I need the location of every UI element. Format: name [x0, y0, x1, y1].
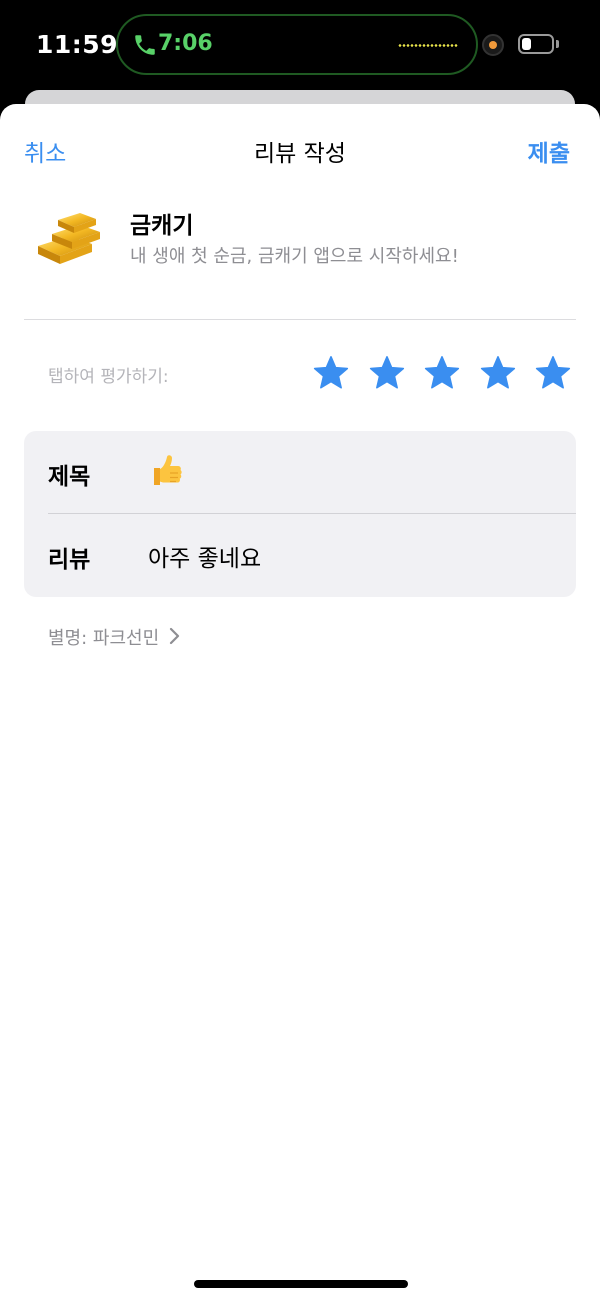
star-icon-4[interactable]	[479, 354, 517, 392]
divider	[24, 319, 576, 320]
review-row[interactable]: 리뷰 아주 좋네요	[24, 514, 576, 597]
gold-bars-icon	[38, 213, 100, 264]
waveform-icon	[398, 44, 458, 47]
nickname-link[interactable]: 별명: 파크선민	[48, 624, 159, 650]
dynamic-island-call[interactable]: 7:06	[116, 14, 478, 75]
camera-indicator-icon	[482, 34, 504, 56]
battery-tip	[556, 40, 559, 48]
page-title: 리뷰 작성	[254, 141, 346, 167]
star-icon-5[interactable]	[534, 354, 572, 392]
home-indicator	[194, 1280, 408, 1288]
chevron-right-icon	[169, 627, 180, 645]
star-icon-3[interactable]	[423, 354, 461, 392]
review-text: 아주 좋네요	[148, 546, 262, 572]
rating-prompt: 탭하여 평가하기:	[48, 367, 169, 387]
title-row[interactable]: 제목	[24, 431, 576, 514]
status-time: 11:59	[36, 30, 119, 59]
battery-icon	[518, 34, 554, 54]
title-label: 제목	[48, 464, 91, 490]
status-bar: 11:59 7:06	[0, 0, 600, 92]
review-sheet: 취소 리뷰 작성 제출 금캐기 내 생애 첫 순금, 금캐기 앱으로 시작하세요…	[0, 104, 600, 1301]
star-icon-1[interactable]	[312, 354, 350, 392]
phone-icon	[135, 35, 155, 55]
app-subtitle: 내 생애 첫 순금, 금캐기 앱으로 시작하세요!	[130, 246, 459, 267]
review-form: 제목 리뷰 아주 좋네요	[24, 431, 576, 597]
call-duration: 7:06	[158, 31, 213, 56]
star-icon-2[interactable]	[368, 354, 406, 392]
thumbs-up-emoji	[154, 455, 182, 485]
battery-level	[522, 38, 531, 50]
app-name: 금캐기	[130, 213, 194, 239]
review-label: 리뷰	[48, 547, 91, 573]
submit-button[interactable]: 제출	[528, 134, 570, 168]
